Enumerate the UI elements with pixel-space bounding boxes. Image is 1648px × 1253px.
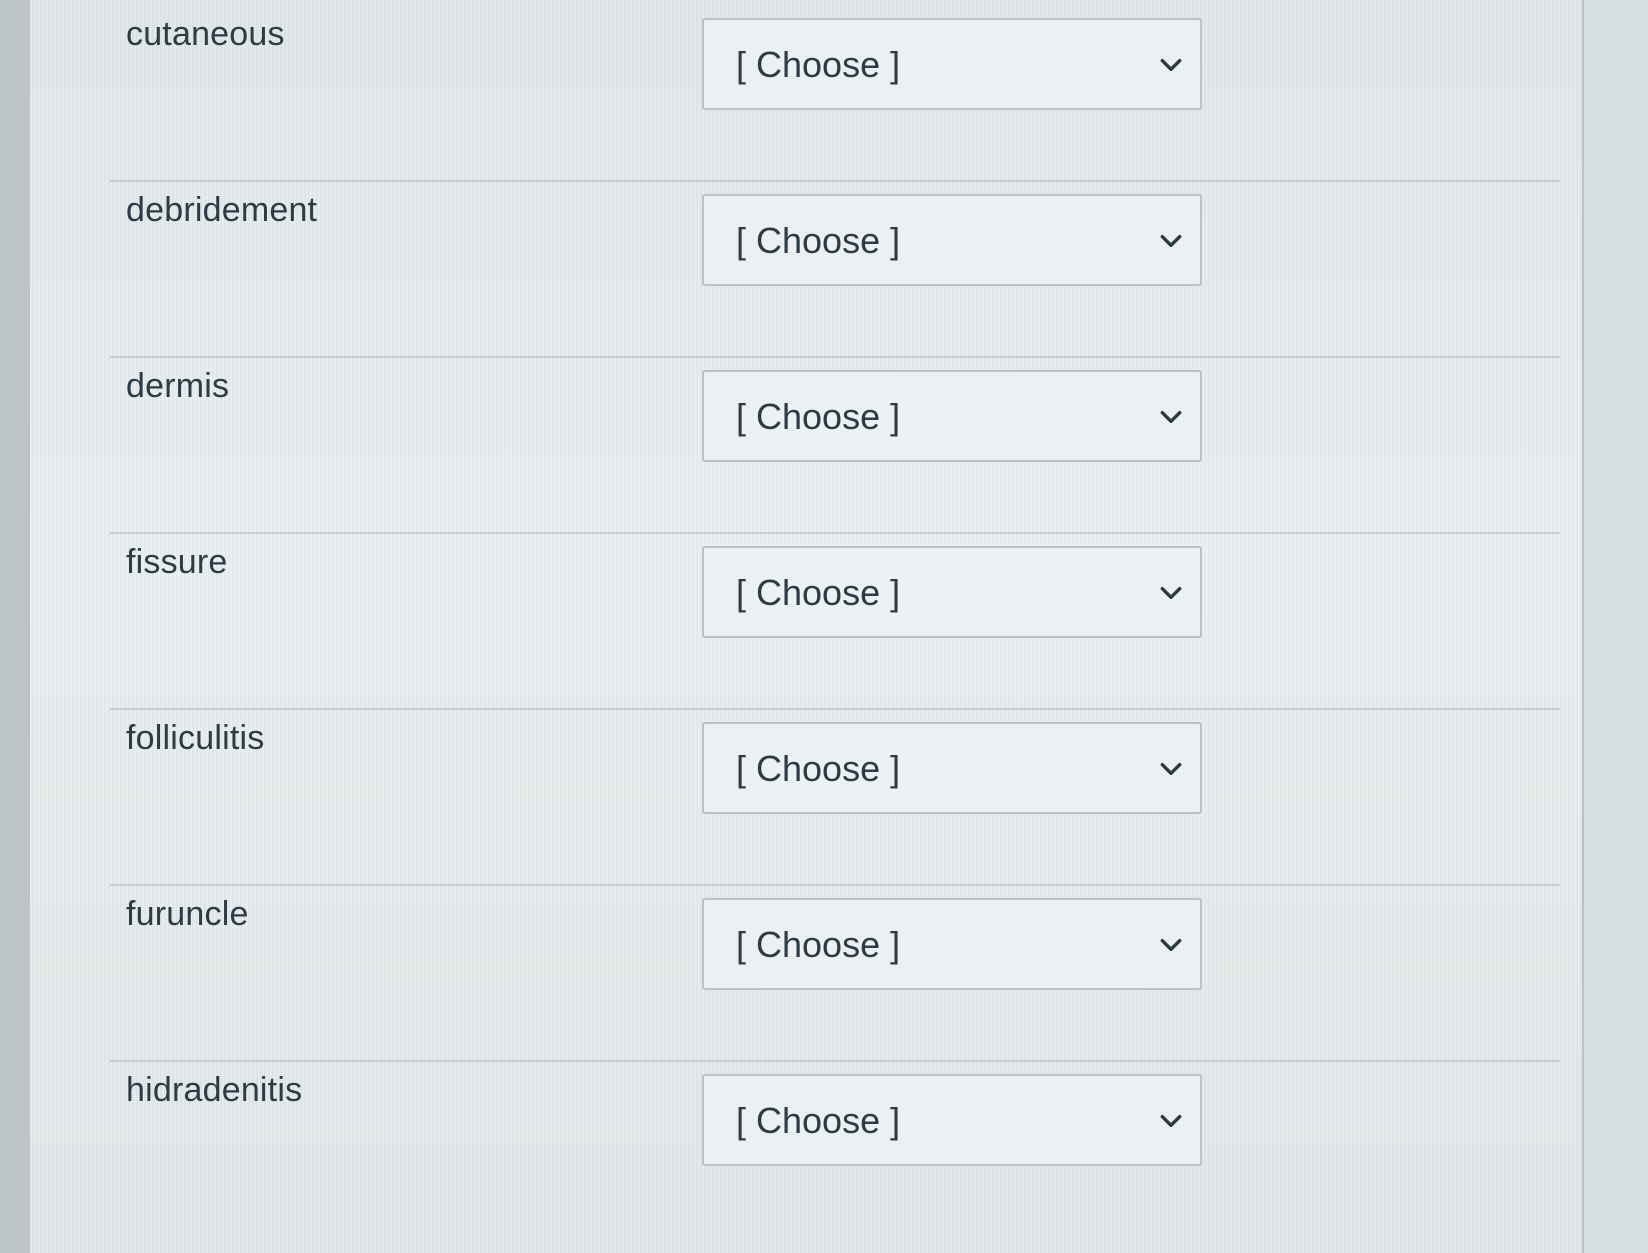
term-label: cutaneous [126,15,285,53]
select-value: [ Choose ] [736,924,901,965]
term-label: dermis [126,367,230,405]
match-row: furuncle [ Choose ] [80,880,1560,1062]
chevron-down-icon [1160,1114,1182,1128]
chevron-down-icon [1160,58,1182,72]
match-row: debridement [ Choose ] [80,176,1560,358]
match-row: cutaneous [ Choose ] [80,0,1560,182]
match-row: folliculitis [ Choose ] [80,704,1560,886]
chevron-down-icon [1160,234,1182,248]
select-value: [ Choose ] [736,748,901,789]
page-margin [1584,0,1648,1253]
chevron-down-icon [1160,586,1182,600]
chevron-down-icon [1160,938,1182,952]
chevron-down-icon [1160,762,1182,776]
select-value: [ Choose ] [736,572,901,613]
term-label: hidradenitis [126,1071,303,1109]
answer-select[interactable]: [ Choose ] [702,546,1202,638]
answer-select[interactable]: [ Choose ] [702,370,1202,462]
answer-select[interactable]: [ Choose ] [702,898,1202,990]
answer-select[interactable]: [ Choose ] [702,18,1202,110]
chevron-down-icon [1160,410,1182,424]
match-row: dermis [ Choose ] [80,352,1560,534]
term-label: furuncle [126,895,249,933]
answer-select[interactable]: [ Choose ] [702,1074,1202,1166]
select-value: [ Choose ] [736,44,901,85]
select-value: [ Choose ] [736,220,901,261]
matching-question-panel: cutaneous [ Choose ] debridement [ Choos… [30,0,1584,1253]
page-edge [0,0,30,1253]
select-value: [ Choose ] [736,396,901,437]
term-label: fissure [126,543,228,581]
match-row: fissure [ Choose ] [80,528,1560,710]
term-label: folliculitis [126,719,265,757]
term-label: debridement [126,191,318,229]
match-row: hidradenitis [ Choose ] [80,1056,1560,1238]
select-value: [ Choose ] [736,1100,901,1141]
answer-select[interactable]: [ Choose ] [702,194,1202,286]
answer-select[interactable]: [ Choose ] [702,722,1202,814]
